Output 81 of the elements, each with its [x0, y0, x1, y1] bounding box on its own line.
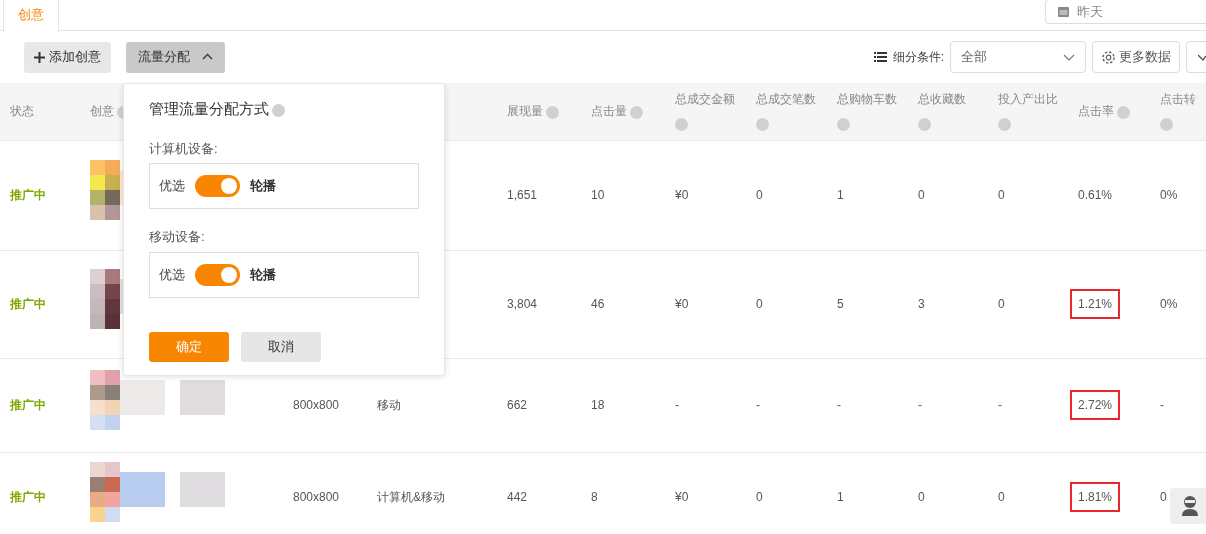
table-cell-text: ¥0 [675, 296, 689, 313]
traffic-allocation-button[interactable]: 流量分配 [126, 41, 225, 73]
table-cell-text: 10 [591, 187, 605, 204]
table-cell-text: 8 [591, 489, 598, 507]
column-header: 点击率 [1078, 104, 1114, 119]
list-icon [873, 52, 887, 62]
customer-service-button[interactable] [1170, 488, 1206, 524]
column-header: 总成交金额 [675, 92, 735, 107]
size-text: 800x800 [293, 490, 340, 505]
table-cell: 1.81% [1070, 482, 1121, 513]
more-data-button[interactable]: 更多数据 [1092, 41, 1180, 73]
add-creative-button[interactable]: 添加创意 [24, 41, 111, 73]
table-cell-text: 662 [507, 397, 528, 414]
table-cell-text: ¥0 [675, 489, 689, 507]
caret-icon [1198, 53, 1206, 61]
table-cell-text: 0 [918, 489, 925, 507]
chevron-down-icon [1063, 53, 1075, 61]
table-cell: 1.21% [1070, 289, 1121, 319]
caret-icon [202, 53, 213, 61]
section-label: 计算机设备: [149, 139, 218, 158]
segment-label: 细分条件: [892, 49, 944, 66]
table-cell-text: - [756, 397, 760, 414]
table-cell-text: - [837, 397, 841, 414]
table-cell-text: 0 [756, 187, 763, 204]
segment-select[interactable]: 全部 [950, 41, 1086, 73]
table-cell-text: 0 [998, 489, 1005, 507]
table-cell-text: 46 [591, 296, 605, 313]
table-cell-text: - [675, 397, 679, 414]
table-cell-text: 1 [837, 489, 844, 507]
status-label: 推广中 [10, 297, 46, 311]
calendar-icon [1058, 6, 1069, 17]
date-field[interactable]: 昨天 [1045, 0, 1206, 24]
column-header: 投入产出比 [998, 92, 1058, 107]
section-label: 移动设备: [149, 228, 205, 246]
table-cell-text: 0 [756, 296, 763, 313]
table-cell-text: 1 [837, 187, 844, 204]
column-header: 总收藏数 [918, 92, 966, 107]
column-header: 状态 [10, 104, 34, 119]
status-label: 推广中 [10, 188, 46, 202]
table-cell-text: - [918, 397, 922, 414]
column-header: 创意 [90, 104, 114, 119]
column-header: 点击转 [1160, 92, 1196, 107]
table-cell-text: - [998, 397, 1002, 414]
table-cell-text: 0% [1160, 187, 1178, 204]
dropdown-button[interactable] [1186, 41, 1206, 73]
table-cell-text: 3,804 [507, 296, 538, 313]
status-label: 推广中 [10, 398, 46, 412]
cancel-button[interactable]: 取消 [241, 331, 321, 362]
table-cell-text: ¥0 [675, 187, 689, 204]
toggle-label: 优选 [159, 265, 185, 284]
column-header: 总成交笔数 [756, 92, 816, 107]
device-text: 计算机&移动 [377, 490, 445, 505]
gear-icon [1101, 49, 1116, 65]
table-cell-text: 442 [507, 489, 528, 507]
column-header: 总购物车数 [837, 92, 897, 107]
table-cell-text: 0 [918, 187, 925, 204]
table-cell-text: 0 [998, 296, 1005, 313]
table-cell-text: 1,651 [507, 187, 538, 204]
toggle-switch[interactable] [195, 263, 240, 286]
table-cell-text: 3 [918, 296, 925, 313]
toggle-label: 轮播 [250, 265, 276, 284]
table-cell-text: 0% [1160, 296, 1178, 313]
table-cell-text: 0 [1160, 489, 1167, 507]
table-cell-text: 0 [998, 187, 1005, 204]
column-header: 点击量 [591, 104, 627, 119]
table-cell: 2.72% [1070, 390, 1121, 420]
plus-icon [34, 51, 45, 63]
person-icon [1180, 495, 1200, 517]
table-cell-text: 0 [756, 489, 763, 507]
table-cell-text: 5 [837, 296, 844, 313]
column-header: 展现量 [507, 104, 543, 119]
device-text: 移动 [377, 398, 401, 412]
table-cell-text: 0.61% [1078, 187, 1113, 204]
toggle-label: 轮播 [250, 177, 276, 196]
toggle-switch[interactable] [195, 175, 240, 197]
popup-title: 管理流量分配方式 [149, 99, 269, 119]
toggle-label: 优选 [159, 177, 185, 196]
table-cell-text: - [1160, 397, 1164, 414]
status-label: 推广中 [10, 490, 46, 505]
size-text: 800x800 [293, 398, 340, 412]
table-cell-text: 18 [591, 397, 605, 414]
